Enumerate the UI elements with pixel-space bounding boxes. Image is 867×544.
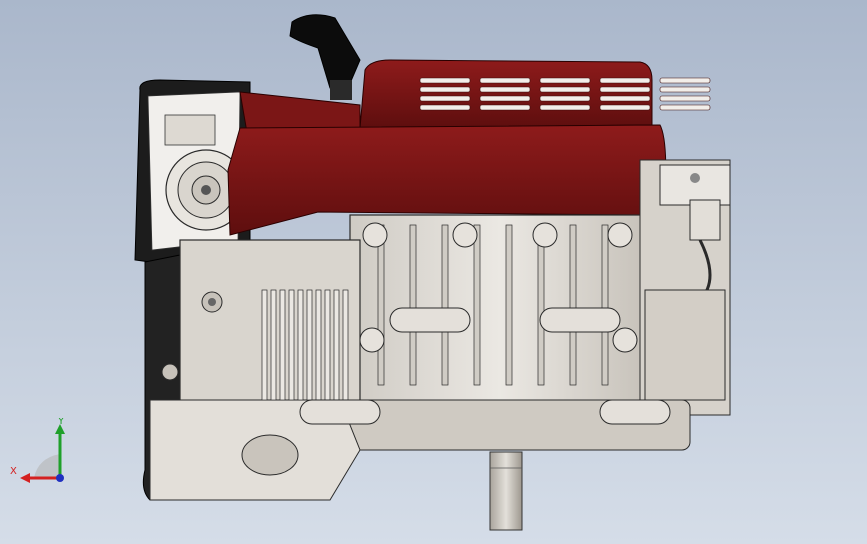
engine-model[interactable] bbox=[0, 0, 867, 544]
vent-slot bbox=[659, 86, 711, 93]
vent-slot bbox=[599, 77, 651, 84]
cooling-fin bbox=[306, 289, 313, 401]
block-rib bbox=[537, 224, 545, 386]
cooling-fin bbox=[315, 289, 322, 401]
vent-slot bbox=[419, 95, 471, 102]
block-rib bbox=[505, 224, 513, 386]
cooling-fin bbox=[270, 289, 277, 401]
vent-slot bbox=[539, 95, 591, 102]
cooling-fin bbox=[324, 289, 331, 401]
vent-slot bbox=[419, 86, 471, 93]
bolt-head bbox=[359, 327, 385, 353]
output-shaft bbox=[489, 451, 523, 531]
block-rib bbox=[409, 224, 417, 386]
block-rib bbox=[377, 224, 385, 386]
vent-slot bbox=[539, 104, 591, 111]
vent-slot bbox=[479, 77, 531, 84]
y-axis-label: Y bbox=[57, 418, 65, 427]
block-rib bbox=[601, 224, 609, 386]
block-rib bbox=[569, 224, 577, 386]
vent-slot bbox=[479, 86, 531, 93]
cooling-fin bbox=[279, 289, 286, 401]
vent-slot bbox=[479, 95, 531, 102]
vent-slot bbox=[659, 104, 711, 111]
bolt-head bbox=[607, 222, 633, 248]
bolt-head bbox=[452, 222, 478, 248]
vent-slot bbox=[599, 86, 651, 93]
bolt-head bbox=[612, 327, 638, 353]
bolt-head bbox=[362, 222, 388, 248]
axis-triad: Y X bbox=[10, 418, 65, 483]
cooling-fin bbox=[342, 289, 349, 401]
z-axis-dot bbox=[56, 474, 64, 482]
vent-slot bbox=[419, 104, 471, 111]
graphics-viewport[interactable]: Y X bbox=[0, 0, 867, 544]
vent-slot bbox=[599, 104, 651, 111]
vent-slot bbox=[479, 104, 531, 111]
x-axis-arrow bbox=[20, 473, 30, 483]
bolt-head bbox=[532, 222, 558, 248]
cooling-fin bbox=[261, 289, 268, 401]
x-axis-label: X bbox=[10, 466, 17, 477]
block-rib bbox=[441, 224, 449, 386]
cooling-fin bbox=[333, 289, 340, 401]
vent-slot bbox=[659, 95, 711, 102]
cooling-fin bbox=[288, 289, 295, 401]
fuel-cap-handle bbox=[289, 14, 361, 100]
vent-slot bbox=[539, 77, 591, 84]
block-rib bbox=[473, 224, 481, 386]
vent-slot bbox=[419, 77, 471, 84]
cooling-fin bbox=[297, 289, 304, 401]
triad-plane bbox=[34, 454, 60, 478]
fan-shroud bbox=[227, 59, 667, 236]
vent-slot bbox=[539, 86, 591, 93]
vent-slot bbox=[599, 95, 651, 102]
vent-slot bbox=[659, 77, 711, 84]
